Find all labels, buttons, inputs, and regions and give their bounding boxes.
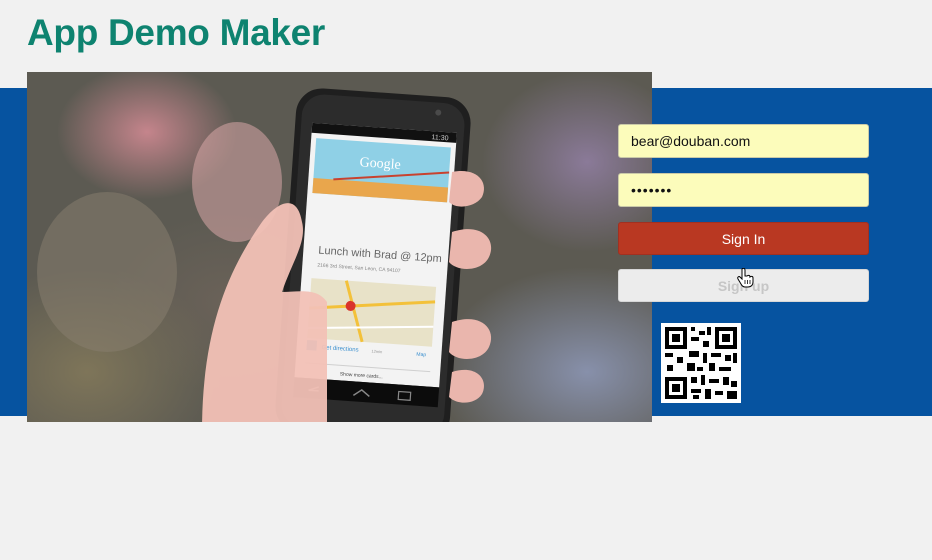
app-title: App Demo Maker [27,12,326,53]
hero-image: 11:30 Google Lunch with Brad @ 12pm 2166… [27,72,652,422]
phone-status-time: 11:30 [431,134,449,142]
password-field[interactable] [618,173,869,207]
card-google-brand: Google [359,155,401,173]
email-field[interactable] [618,124,869,158]
sign-in-button[interactable]: Sign In [618,222,869,255]
card-directions-time: 12min [371,349,382,355]
hand-pointer-icon [737,267,755,293]
card-map-link: Map [416,352,426,359]
qr-code-icon [661,323,741,403]
